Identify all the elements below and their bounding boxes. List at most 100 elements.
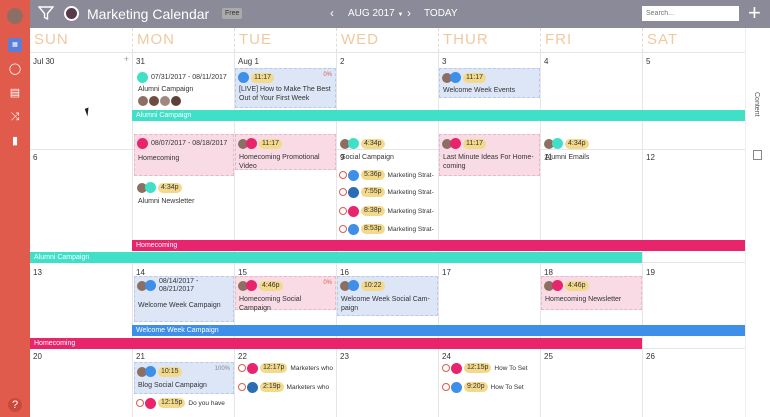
social-post[interactable]: 9:20p How To Set	[442, 381, 524, 393]
campaign-bar-homecoming[interactable]: Homecoming	[132, 240, 745, 251]
event-date: 08/07/2017 - 08/18/2017	[151, 140, 228, 147]
event-card[interactable]: 11:17 Homecoming Promotional Video	[235, 134, 336, 170]
day-number: 22	[238, 352, 247, 361]
doc-icon	[450, 138, 461, 149]
plan-badge: Free	[222, 8, 243, 19]
social-post[interactable]: 5:36p Marketing Strat-	[339, 169, 434, 181]
add-event-icon[interactable]: +	[124, 54, 129, 64]
shuffle-icon[interactable]: ⤨	[8, 110, 22, 124]
left-rail: ▦ ◯ ▤ ⤨ ▮ ?	[0, 0, 30, 417]
avatar-icon[interactable]	[7, 8, 23, 24]
event-card[interactable]: 4:34p Alumni Newsletter	[134, 178, 234, 208]
post-label: Marketing Strat-	[387, 171, 434, 179]
status-icon	[238, 383, 246, 391]
social-post[interactable]: 8:38p Marketing Strat-	[339, 205, 434, 217]
post-label: Marketers who	[286, 383, 330, 391]
calendar-grid: SUN MON TUE WED THUR FRI SAT Jul 30 + 31 …	[30, 28, 745, 417]
day-number: 31	[136, 57, 145, 66]
calendar-avatar[interactable]	[64, 6, 79, 21]
status-icon	[339, 207, 347, 215]
event-time: 10:15	[158, 366, 182, 377]
campaign-icon	[137, 138, 148, 149]
post-time: 12:15p	[158, 398, 186, 408]
megaphone-icon	[246, 280, 257, 291]
linkedin-icon	[247, 381, 258, 393]
post-time: 7:55p	[361, 187, 385, 197]
campaign-bar-welcome-week[interactable]: Welcome Week Campaign	[132, 325, 745, 336]
day-cell[interactable]: 23	[336, 348, 438, 417]
campaign-bar-alumni[interactable]: Alumni Campaign	[132, 110, 745, 121]
add-icon[interactable]: +	[748, 0, 761, 26]
stats-icon[interactable]: ▮	[8, 134, 22, 148]
post-time: 12:15p	[464, 363, 492, 373]
day-number: 4	[544, 57, 549, 66]
event-card[interactable]: 11:17 Last Minute Ideas For Home-coming	[439, 134, 540, 176]
video-icon	[246, 138, 257, 149]
event-card[interactable]: 4:34p Social Campaign	[337, 134, 438, 164]
event-card[interactable]: 10:22 Welcome Week Social Cam-paign	[337, 276, 438, 316]
social-post[interactable]: 7:55p Marketing Strat-	[339, 186, 434, 198]
event-title: Welcome Week Events	[443, 87, 516, 94]
instagram-icon	[451, 362, 462, 374]
event-title: Last Minute Ideas For Home-coming	[443, 154, 534, 170]
help-icon[interactable]: ?	[8, 398, 22, 412]
day-number: 20	[33, 352, 42, 361]
social-post[interactable]: 12:15p How To Set	[442, 362, 528, 374]
chevron-down-icon: ▼	[397, 12, 404, 18]
filter-icon[interactable]	[37, 5, 55, 23]
day-cell[interactable]: Jul 30 +	[30, 52, 132, 149]
chat-icon	[238, 72, 249, 83]
day-cell[interactable]: 6	[30, 149, 132, 264]
campaign-icon	[137, 72, 148, 83]
circle-icon[interactable]: ◯	[8, 62, 22, 76]
campaign-icon	[145, 280, 156, 291]
event-date: 08/14/2017 - 08/21/2017	[159, 277, 199, 293]
day-cell[interactable]: 25	[540, 348, 642, 417]
event-time: 4:34p	[565, 138, 589, 149]
social-post[interactable]: 8:53p Marketing Strat-	[339, 223, 434, 235]
next-month-icon[interactable]: ›	[407, 6, 411, 20]
campaign-bar-alumni[interactable]: Alumni Campaign	[30, 252, 642, 263]
search-input[interactable]	[642, 6, 739, 21]
day-cell[interactable]: 26	[642, 348, 745, 417]
day-header-fri: FRI	[540, 28, 642, 52]
post-label: How To Set	[494, 364, 528, 372]
social-post[interactable]: 12:15p Do you have	[136, 397, 225, 409]
calendar-icon[interactable]: ▤	[8, 86, 22, 100]
month-selector[interactable]: AUG 2017 ▼	[348, 8, 403, 21]
event-card[interactable]: 4:46p 0% Homecoming Social Campaign	[235, 276, 336, 312]
calendar-month-icon[interactable]: ▦	[8, 38, 22, 52]
day-number: 3	[442, 57, 447, 66]
instagram-icon	[348, 205, 359, 217]
event-card[interactable]: 08/07/2017 - 08/18/2017 Homecoming	[134, 134, 234, 176]
event-card[interactable]: 08/14/2017 - 08/21/2017 Welcome Week Cam…	[134, 276, 234, 322]
social-post[interactable]: 2:19p Marketers who	[238, 381, 329, 393]
day-cell[interactable]: 5	[642, 52, 745, 149]
day-cell[interactable]: 20	[30, 348, 132, 417]
event-title: Welcome Week Campaign	[138, 302, 221, 309]
event-card[interactable]: 10:15 100% Blog Social Campaign	[134, 362, 234, 394]
content-panel-toggle[interactable]: Content	[745, 28, 770, 417]
day-cell[interactable]: 13	[30, 262, 132, 348]
status-icon	[136, 399, 144, 407]
day-header-sat: SAT	[642, 28, 745, 52]
day-number: 2	[340, 57, 345, 66]
event-time: 4:34p	[158, 182, 182, 193]
linkedin-icon	[348, 186, 359, 198]
status-icon	[442, 364, 450, 372]
progress-percent: 0%	[323, 72, 332, 78]
today-button[interactable]: TODAY	[424, 8, 458, 20]
event-card[interactable]: 11:17 Welcome Week Events	[439, 68, 540, 98]
event-card[interactable]: 07/31/2017 - 08/11/2017 Alumni Campaign	[134, 68, 232, 108]
event-card[interactable]: 11:17 0% [LIVE] How to Make The Best Out…	[235, 68, 336, 108]
campaign-bar-homecoming[interactable]: Homecoming	[30, 338, 642, 349]
progress-percent: 100%	[214, 366, 230, 372]
event-card[interactable]: 4:34p Alumni Emails	[541, 134, 642, 164]
twitter-icon	[451, 381, 462, 393]
social-post[interactable]: 12:17p Marketers who	[238, 362, 333, 374]
event-title: Homecoming	[138, 155, 180, 162]
event-card[interactable]: 4:46p Homecoming Newsletter	[541, 276, 642, 310]
day-number: Jul 30	[33, 57, 55, 66]
day-number: 5	[646, 57, 651, 66]
prev-month-icon[interactable]: ‹	[330, 6, 334, 20]
